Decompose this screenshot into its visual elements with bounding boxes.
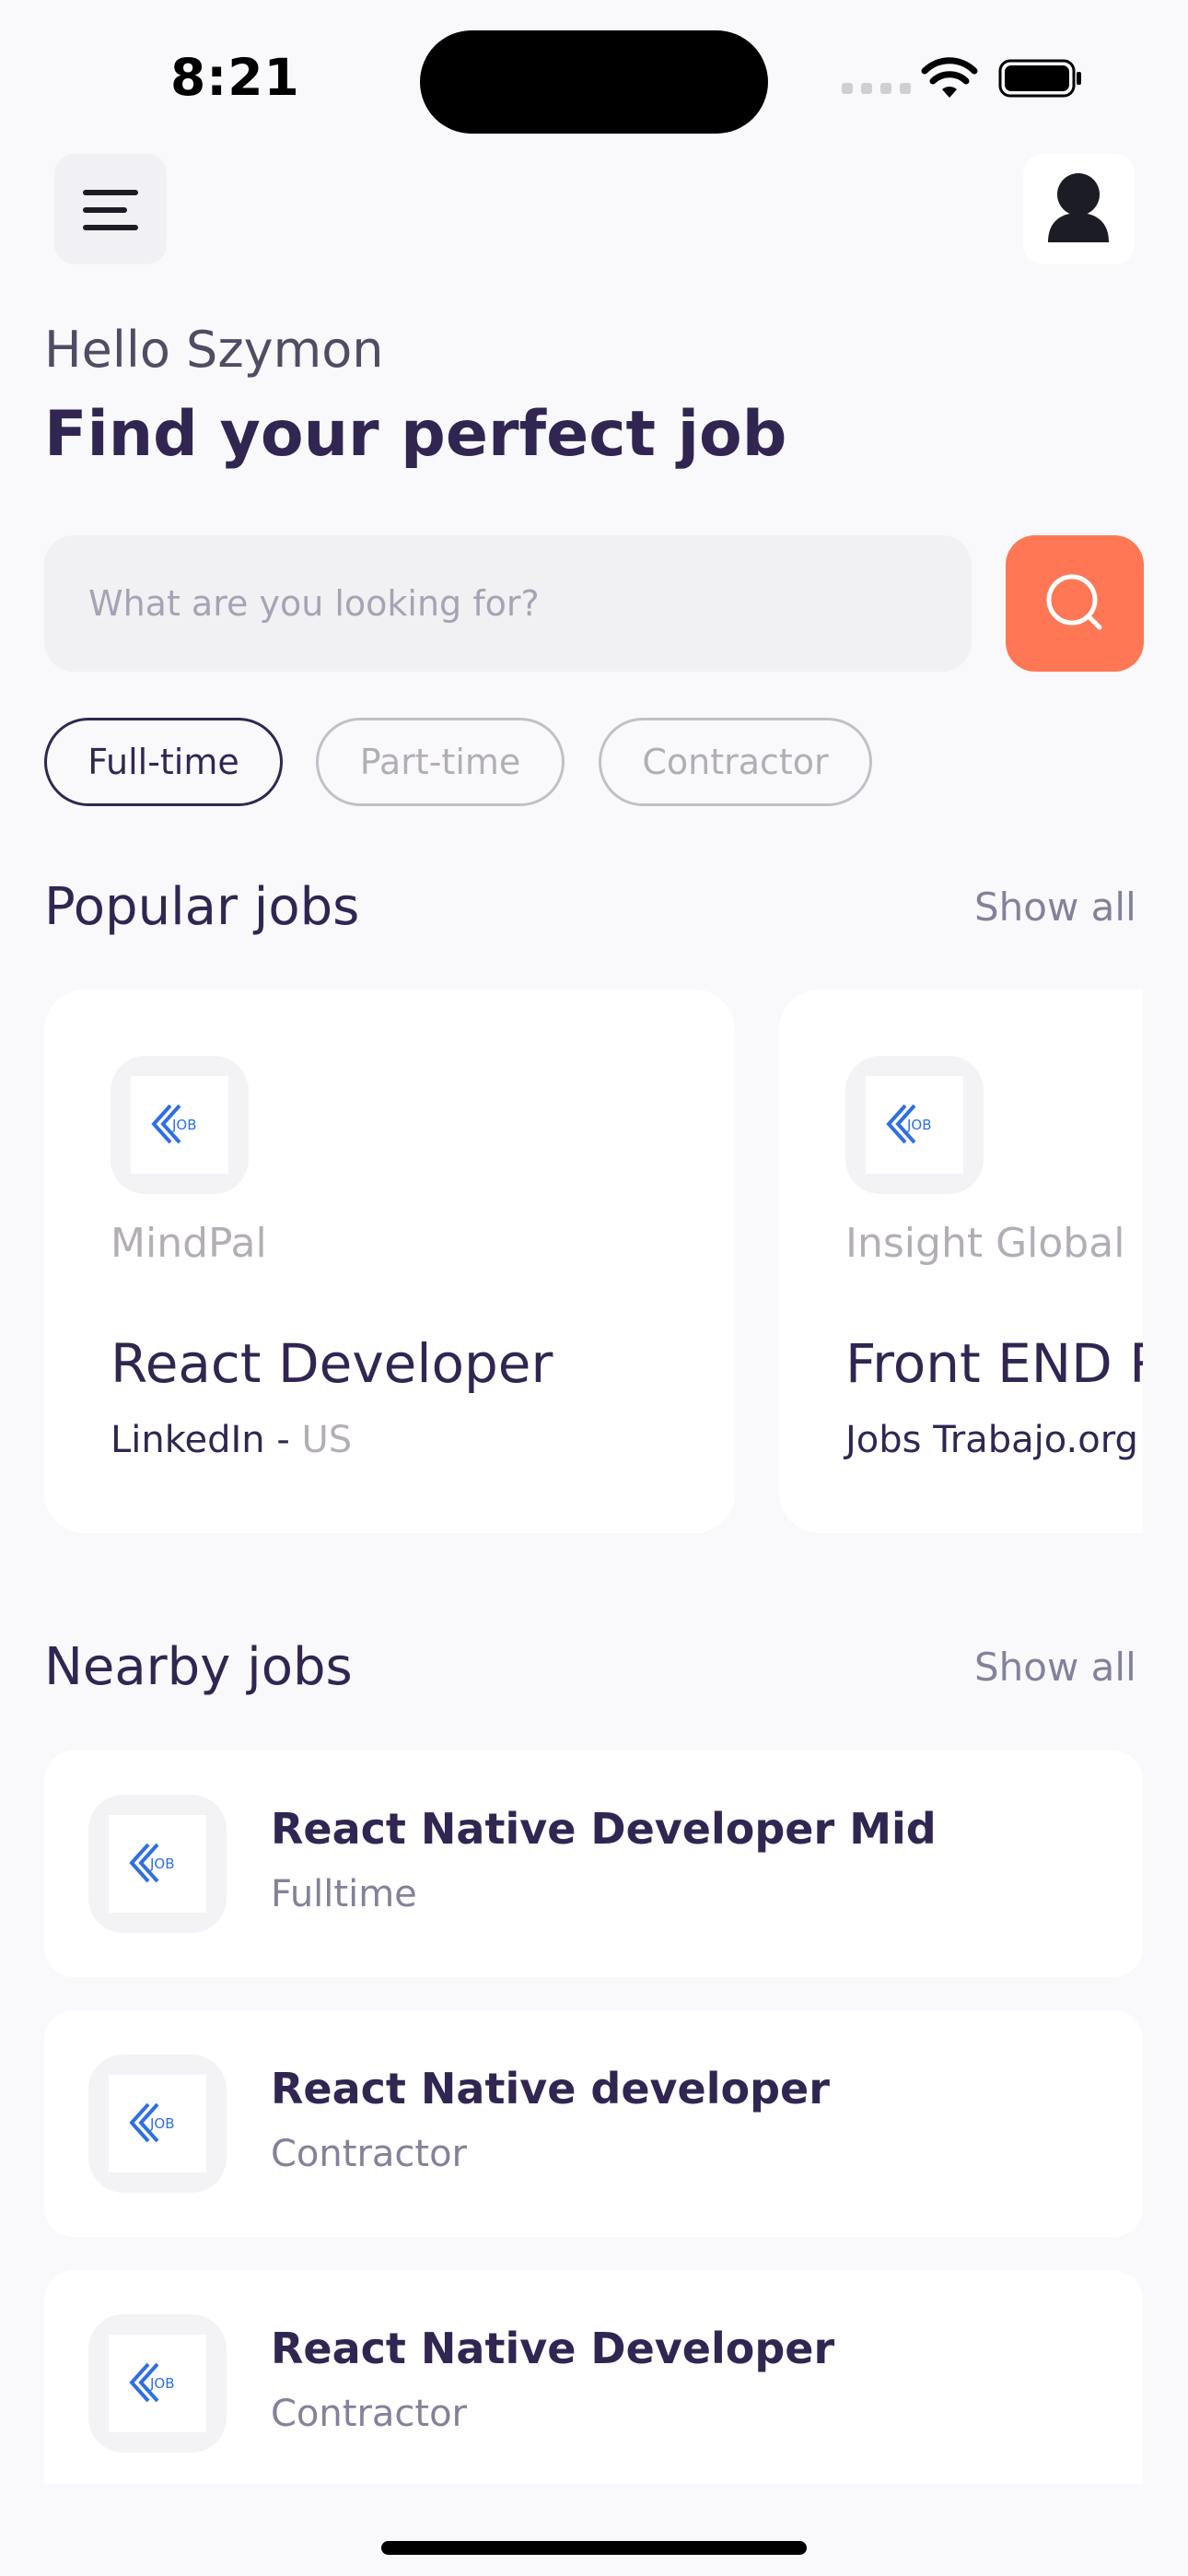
- company-logo: JOB: [845, 1056, 984, 1194]
- company-name: Insight Global: [845, 1220, 1125, 1267]
- job-type: Contractor: [271, 2393, 467, 2435]
- battery-icon: [998, 59, 1081, 98]
- nearby-job-card[interactable]: JOB React Native developer Contractor: [44, 2010, 1143, 2237]
- search-icon: [1046, 574, 1102, 630]
- home-indicator[interactable]: [381, 2541, 807, 2555]
- cellular-signal-icon: [842, 83, 911, 94]
- tab-part-time[interactable]: Part-time: [316, 718, 565, 806]
- job-publisher: LinkedIn - US: [111, 1419, 353, 1461]
- tab-contractor[interactable]: Contractor: [599, 718, 872, 806]
- popular-job-card[interactable]: JOB MindPal React Developer LinkedIn - U…: [44, 989, 735, 1533]
- search-button[interactable]: [1006, 535, 1144, 672]
- search-box: [44, 535, 972, 672]
- job-title: React Native developer: [271, 2064, 830, 2113]
- wifi-icon: [921, 57, 978, 98]
- tab-full-time[interactable]: Full-time: [44, 718, 283, 806]
- svg-text:JOB: JOB: [171, 1117, 197, 1133]
- popular-job-card[interactable]: JOB Insight Global Front END React Devel…: [779, 989, 1143, 1533]
- profile-button[interactable]: [1023, 154, 1135, 264]
- job-logo-icon: JOB: [886, 1104, 932, 1144]
- company-logo: JOB: [111, 1056, 249, 1194]
- profile-icon: [1048, 173, 1109, 242]
- dynamic-island: [420, 30, 768, 134]
- nearby-jobs-title: Nearby jobs: [44, 1637, 353, 1697]
- page-title: Find your perfect job: [44, 398, 787, 471]
- nearby-show-all-link[interactable]: Show all: [974, 1645, 1136, 1690]
- nearby-job-card[interactable]: JOB React Native Developer Mid Fulltime: [44, 1751, 1143, 1977]
- svg-text:JOB: JOB: [149, 1856, 175, 1872]
- job-publisher: Jobs Trabajo.org: [845, 1419, 1138, 1461]
- popular-jobs-title: Popular jobs: [44, 877, 360, 937]
- job-type: Fulltime: [271, 1873, 417, 1915]
- company-logo: JOB: [88, 1795, 227, 1933]
- job-logo-icon: JOB: [129, 1843, 175, 1883]
- job-logo-icon: JOB: [151, 1104, 197, 1144]
- company-logo: JOB: [88, 2055, 227, 2193]
- job-type: Contractor: [271, 2133, 467, 2175]
- job-title: React Native Developer Mid: [271, 1804, 937, 1854]
- job-title: Front END React Developer: [845, 1332, 1143, 1395]
- svg-text:JOB: JOB: [149, 2115, 175, 2132]
- job-country: US: [301, 1419, 353, 1461]
- svg-text:JOB: JOB: [906, 1117, 932, 1133]
- company-logo: JOB: [88, 2314, 227, 2453]
- job-title: React Native Developer: [271, 2324, 835, 2373]
- job-logo-icon: JOB: [129, 2102, 175, 2143]
- job-title: React Developer: [111, 1332, 553, 1395]
- nearby-job-card[interactable]: JOB React Native Developer Contractor: [44, 2270, 1143, 2484]
- search-input[interactable]: [44, 535, 972, 672]
- job-logo-icon: JOB: [129, 2362, 175, 2403]
- company-name: MindPal: [111, 1220, 267, 1267]
- greeting-text: Hello Szymon: [44, 321, 384, 379]
- menu-button[interactable]: [54, 154, 167, 264]
- status-time: 8:21: [170, 48, 300, 107]
- popular-show-all-link[interactable]: Show all: [974, 884, 1136, 930]
- svg-text:JOB: JOB: [149, 2375, 175, 2392]
